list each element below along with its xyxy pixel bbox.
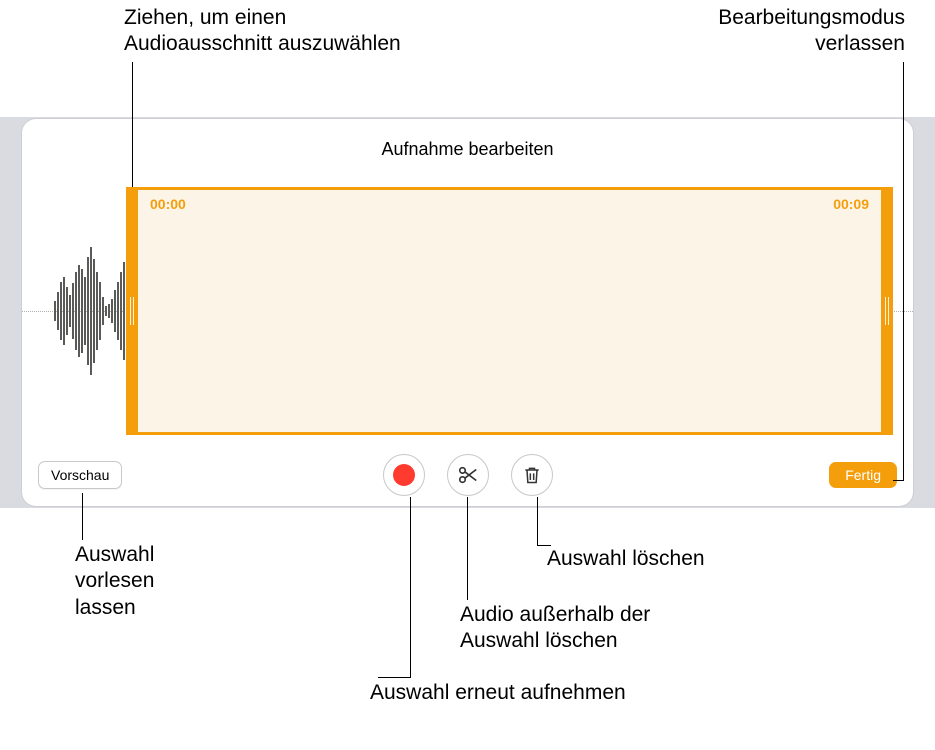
selection-time-start: 00:00 — [150, 196, 186, 212]
toolbar-center-group — [383, 454, 553, 496]
done-button[interactable]: Fertig — [829, 462, 897, 488]
panel-title: Aufnahme bearbeiten — [22, 119, 913, 160]
selection-handle-right[interactable] — [885, 297, 889, 325]
selection-time-end: 00:09 — [833, 196, 869, 212]
delete-button[interactable] — [511, 454, 553, 496]
trim-button[interactable] — [447, 454, 489, 496]
callout-line — [467, 497, 468, 600]
callout-line — [537, 545, 551, 546]
scissors-icon — [457, 464, 479, 486]
callout-drag-select: Ziehen, um einen Audioausschnitt auszuwä… — [124, 5, 401, 58]
trash-icon — [522, 464, 542, 486]
callout-line — [537, 497, 538, 545]
callout-line — [893, 480, 904, 481]
audio-edit-panel: Aufnahme bearbeiten 00:00 00:09 Vorschau — [22, 119, 913, 506]
callout-line — [903, 62, 904, 480]
selection-handle-left[interactable] — [130, 297, 134, 325]
callout-exit-edit: Bearbeitungsmodus verlassen — [718, 5, 905, 58]
callout-preview: Auswahl vorlesen lassen — [75, 542, 154, 621]
preview-button[interactable]: Vorschau — [38, 461, 122, 489]
audio-selection[interactable]: 00:00 00:09 — [126, 187, 893, 435]
record-button[interactable] — [383, 454, 425, 496]
callout-line — [410, 497, 411, 677]
waveform-area: 00:00 00:09 — [22, 187, 913, 435]
callout-record: Auswahl erneut aufnehmen — [370, 680, 626, 706]
callout-delete: Auswahl löschen — [547, 546, 705, 572]
callout-line — [132, 62, 133, 187]
record-icon — [393, 464, 415, 486]
callout-trim: Audio außerhalb der Auswahl löschen — [460, 602, 650, 655]
callout-line — [378, 677, 411, 678]
callout-line — [82, 493, 83, 540]
